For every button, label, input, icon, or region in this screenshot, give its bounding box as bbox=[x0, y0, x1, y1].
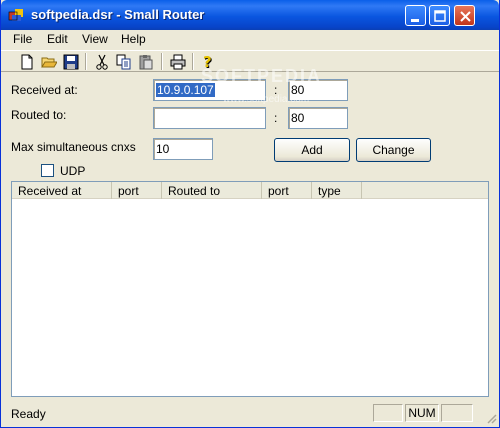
copy-icon[interactable] bbox=[114, 52, 134, 71]
new-icon[interactable] bbox=[17, 52, 37, 71]
colon-separator: : bbox=[274, 111, 278, 125]
list-header: Received at port Routed to port type bbox=[12, 182, 488, 199]
change-button[interactable]: Change bbox=[356, 138, 431, 162]
menu-view[interactable]: View bbox=[78, 32, 112, 46]
toolbar-separator bbox=[85, 53, 87, 70]
received-address-value: 10.9.0.107 bbox=[156, 83, 215, 97]
received-at-label: Received at: bbox=[11, 83, 78, 97]
toolbar: ?? bbox=[1, 50, 499, 72]
routed-port-input[interactable]: 80 bbox=[288, 107, 348, 129]
column-routed-to[interactable]: Routed to bbox=[162, 182, 262, 199]
routed-to-label: Routed to: bbox=[11, 108, 67, 122]
help-icon[interactable]: ?? bbox=[199, 52, 219, 71]
toolbar-separator bbox=[192, 53, 194, 70]
max-cnxs-input[interactable]: 10 bbox=[153, 138, 213, 160]
add-button[interactable]: Add bbox=[274, 138, 350, 162]
window-title: softpedia.dsr - Small Router bbox=[31, 7, 205, 22]
menu-file[interactable]: File bbox=[9, 32, 36, 46]
save-icon[interactable] bbox=[61, 52, 81, 71]
paste-icon[interactable] bbox=[136, 52, 156, 71]
menu-help[interactable]: Help bbox=[117, 32, 150, 46]
app-window: softpedia.dsr - Small Router File Edit V… bbox=[0, 0, 500, 428]
status-bar: Ready NUM bbox=[1, 402, 499, 426]
cut-icon[interactable] bbox=[92, 52, 112, 71]
maximize-button[interactable] bbox=[429, 5, 450, 26]
status-panel-num: NUM bbox=[405, 404, 439, 422]
menu-edit[interactable]: Edit bbox=[43, 32, 72, 46]
udp-checkbox[interactable] bbox=[41, 164, 54, 177]
received-port-input[interactable]: 80 bbox=[288, 79, 348, 101]
status-panel-scroll bbox=[441, 404, 473, 422]
resize-grip[interactable] bbox=[485, 412, 497, 424]
minimize-button[interactable] bbox=[405, 5, 426, 26]
router-app-icon bbox=[8, 7, 26, 23]
udp-label: UDP bbox=[60, 164, 86, 178]
print-icon[interactable] bbox=[168, 52, 188, 71]
column-received-at[interactable]: Received at bbox=[12, 182, 112, 199]
received-address-input[interactable]: 10.9.0.107 bbox=[153, 79, 266, 101]
colon-separator: : bbox=[274, 83, 278, 97]
column-port[interactable]: port bbox=[112, 182, 162, 199]
status-text: Ready bbox=[11, 407, 46, 421]
status-panel-caps bbox=[373, 404, 403, 422]
routed-address-input[interactable] bbox=[153, 107, 266, 129]
close-button[interactable] bbox=[454, 5, 475, 26]
column-type[interactable]: type bbox=[312, 182, 362, 199]
max-cnxs-label: Max simultaneous cnxs bbox=[11, 140, 136, 154]
svg-text:?: ? bbox=[203, 54, 212, 70]
column-routed-port[interactable]: port bbox=[262, 182, 312, 199]
menu-bar: File Edit View Help bbox=[1, 30, 499, 50]
routes-list[interactable]: Received at port Routed to port type bbox=[11, 181, 489, 397]
toolbar-separator bbox=[161, 53, 163, 70]
open-icon[interactable] bbox=[39, 52, 59, 71]
title-bar[interactable]: softpedia.dsr - Small Router bbox=[1, 0, 499, 30]
